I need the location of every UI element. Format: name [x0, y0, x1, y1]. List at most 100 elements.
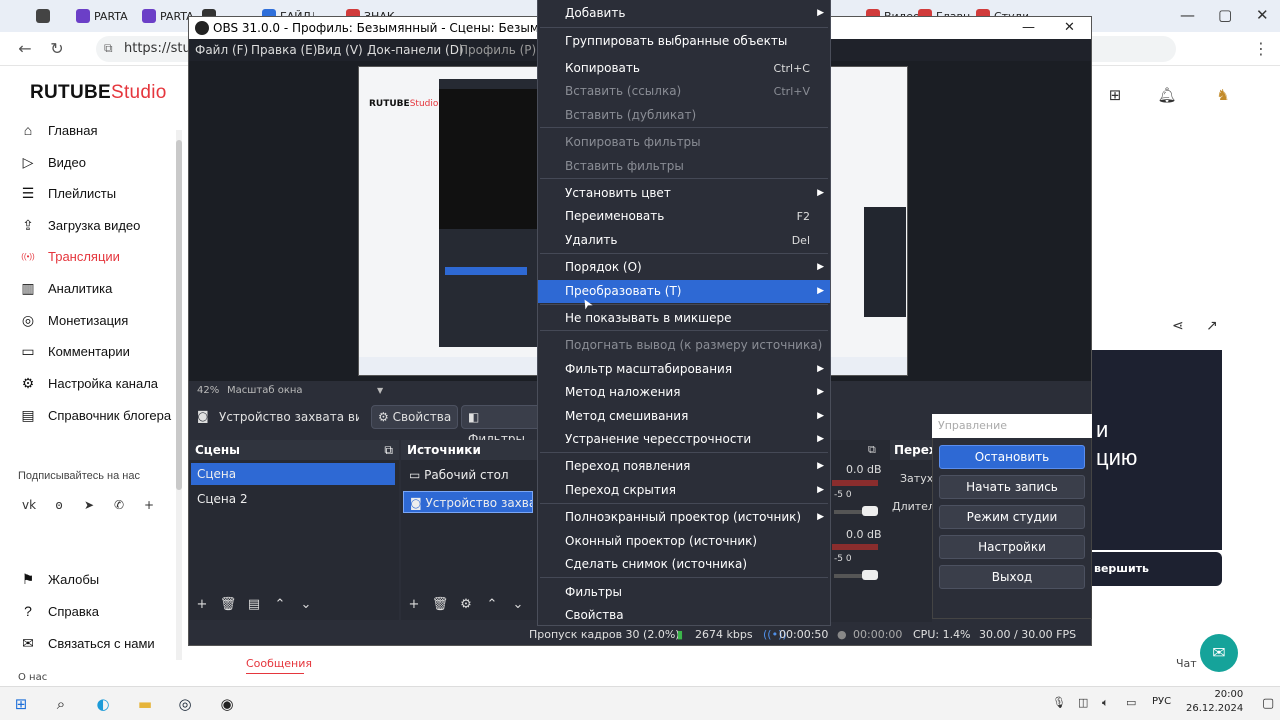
- avatar[interactable]: ♞: [1212, 84, 1234, 106]
- obs-menu-item[interactable]: Вид (V): [317, 39, 363, 61]
- obs-taskbar-icon[interactable]: ◉: [216, 693, 238, 715]
- sidebar-item[interactable]: ⌂ Главная: [20, 118, 98, 142]
- windows-start-icon[interactable]: ⊞: [10, 693, 32, 715]
- obs-close-icon[interactable]: ✕: [1064, 17, 1075, 39]
- bell-icon[interactable]: 🔔︎: [1156, 84, 1178, 106]
- rutube-studio-logo[interactable]: RUTUBEStudio: [30, 82, 167, 104]
- obs-menu-item[interactable]: Правка (E): [251, 39, 317, 61]
- context-menu-item[interactable]: Метод смешивания ▶: [538, 405, 830, 428]
- add-video-icon[interactable]: ⊞: [1104, 84, 1126, 106]
- share-icon[interactable]: ⋖: [1172, 318, 1184, 334]
- obs-minimize-icon[interactable]: —: [1022, 17, 1035, 39]
- context-menu-item[interactable]: Переименовать F2: [538, 205, 830, 228]
- context-menu-item[interactable]: Фильтр масштабирования ▶: [538, 358, 830, 381]
- filters-button[interactable]: ◧ Фильтры: [461, 405, 541, 446]
- ok-icon[interactable]: ꙩ: [50, 498, 68, 516]
- messages-tab[interactable]: Сообщения: [246, 657, 312, 674]
- notifications-icon[interactable]: ▢: [1262, 696, 1274, 711]
- zoom-label[interactable]: Масштаб окна: [227, 384, 303, 398]
- stop-stream-button[interactable]: Остановить трансляцию: [939, 445, 1085, 486]
- plus-icon[interactable]: +: [140, 498, 158, 516]
- context-menu-item[interactable]: Удалить Del: [538, 229, 830, 252]
- menu-dots-icon[interactable]: ⋮: [1250, 38, 1272, 60]
- open-external-icon[interactable]: ↗: [1206, 318, 1218, 334]
- browser-tab[interactable]: PARTA: [70, 4, 128, 28]
- mixer-undock-icon[interactable]: ⧉: [868, 443, 876, 457]
- remove-scene-icon[interactable]: 🗑︎: [219, 596, 237, 614]
- move-down-icon[interactable]: ⌄: [297, 596, 315, 614]
- add-source-icon[interactable]: +: [405, 596, 423, 614]
- zoom-dropdown-icon[interactable]: ▼: [377, 384, 383, 398]
- window-maximize-icon[interactable]: ▢: [1218, 6, 1232, 24]
- source-down-icon[interactable]: ⌄: [509, 596, 527, 614]
- clock[interactable]: 20:00 26.12.2024: [1186, 688, 1243, 716]
- context-menu-item[interactable]: Свойства: [538, 604, 830, 627]
- move-up-icon[interactable]: ⌃: [271, 596, 289, 614]
- edge-icon[interactable]: ◐: [92, 693, 114, 715]
- add-scene-icon[interactable]: +: [193, 596, 211, 614]
- sidebar-footer-item[interactable]: ? Справка: [20, 599, 99, 623]
- sidebar-item[interactable]: ▭ Комментарии: [20, 339, 130, 363]
- volume-slider-handle-2[interactable]: [862, 570, 878, 580]
- source-row[interactable]: ◙ Устройство захвата в: [403, 491, 533, 513]
- site-info-icon[interactable]: ⧉: [104, 41, 113, 56]
- telegram-icon[interactable]: ➤: [80, 498, 98, 516]
- finish-stream-button[interactable]: вершить трансляцию: [1092, 552, 1222, 609]
- viber-icon[interactable]: ✆: [110, 498, 128, 516]
- context-menu-item[interactable]: Полноэкранный проектор (источник) ▶: [538, 506, 830, 529]
- language-indicator[interactable]: РУС: [1152, 696, 1171, 707]
- sidebar-item[interactable]: ((•)) Трансляции: [20, 244, 120, 268]
- obs-menu-item[interactable]: Файл (F): [195, 39, 248, 61]
- scene-row[interactable]: Сцена: [191, 463, 395, 485]
- context-menu-item[interactable]: Оконный проектор (источник): [538, 530, 830, 553]
- context-menu-item[interactable]: Метод наложения ▶: [538, 381, 830, 404]
- sidebar-item[interactable]: ▤ Справочник блогера: [20, 403, 171, 427]
- context-menu-item[interactable]: Порядок (O) ▶: [538, 256, 830, 279]
- back-icon[interactable]: ←: [14, 38, 36, 60]
- studio-mode-button[interactable]: Режим студии: [939, 505, 1085, 529]
- exit-button[interactable]: Выход: [939, 565, 1085, 589]
- reload-icon[interactable]: ↻: [46, 38, 68, 60]
- sidebar-footer-item[interactable]: ⚑ Жалобы: [20, 567, 99, 591]
- sidebar-item[interactable]: ☰ Плейлисты: [20, 181, 116, 205]
- context-menu-item[interactable]: Установить цвет ▶: [538, 182, 830, 205]
- window-minimize-icon[interactable]: —: [1180, 6, 1195, 24]
- obs-menu-item[interactable]: Профиль (P): [459, 39, 536, 61]
- context-menu-item[interactable]: Копировать Ctrl+C: [538, 57, 830, 80]
- context-menu-item[interactable]: Фильтры: [538, 581, 830, 604]
- start-recording-button[interactable]: Начать запись: [939, 475, 1085, 499]
- source-row[interactable]: ▭ Рабочий стол: [403, 464, 533, 486]
- context-menu-item[interactable]: Не показывать в микшере: [538, 307, 830, 330]
- context-menu-item[interactable]: Сделать снимок (источника): [538, 553, 830, 576]
- volume-icon[interactable]: 🔈︎: [1102, 696, 1109, 710]
- support-chat-button[interactable]: ✉: [1200, 634, 1238, 672]
- scene-row[interactable]: Сцена 2: [191, 488, 395, 510]
- vk-icon[interactable]: vk: [20, 498, 38, 516]
- sidebar-item[interactable]: ▷ Видео: [20, 150, 86, 174]
- undock-icon[interactable]: ⧉: [384, 440, 393, 460]
- context-menu-item[interactable]: Группировать выбранные объекты: [538, 30, 830, 53]
- settings-button[interactable]: Настройки: [939, 535, 1085, 559]
- obs-menu-item[interactable]: Док-панели (D): [367, 39, 464, 61]
- sidebar-footer-item[interactable]: ✉ Связаться с нами: [20, 631, 155, 655]
- source-settings-icon[interactable]: ⚙: [457, 596, 475, 614]
- sidebar-item[interactable]: ◎ Монетизация: [20, 308, 128, 332]
- context-menu-item[interactable]: Добавить ▶: [538, 2, 830, 25]
- window-close-icon[interactable]: ✕: [1256, 6, 1269, 24]
- about-link[interactable]: О нас: [18, 672, 47, 683]
- context-menu-item[interactable]: Переход скрытия ▶: [538, 479, 830, 502]
- sidebar-item[interactable]: ⚙ Настройка канала: [20, 371, 158, 395]
- properties-button[interactable]: ⚙ Свойства: [371, 405, 459, 429]
- context-menu-item[interactable]: Устранение чересстрочности ▶: [538, 428, 830, 451]
- remove-source-icon[interactable]: 🗑︎: [431, 596, 449, 614]
- sidebar-item[interactable]: ⇪ Загрузка видео: [20, 213, 140, 237]
- context-menu-item[interactable]: Переход появления ▶: [538, 455, 830, 478]
- scene-filters-icon[interactable]: ▤: [245, 596, 263, 614]
- steam-icon[interactable]: ◎: [174, 693, 196, 715]
- sidebar-scroll-thumb[interactable]: [176, 140, 182, 490]
- search-icon[interactable]: ⌕: [50, 693, 72, 715]
- file-explorer-icon[interactable]: ▬: [134, 693, 156, 715]
- browser-tab[interactable]: PARTA: [136, 4, 194, 28]
- source-up-icon[interactable]: ⌃: [483, 596, 501, 614]
- sidebar-item[interactable]: ▥ Аналитика: [20, 276, 112, 300]
